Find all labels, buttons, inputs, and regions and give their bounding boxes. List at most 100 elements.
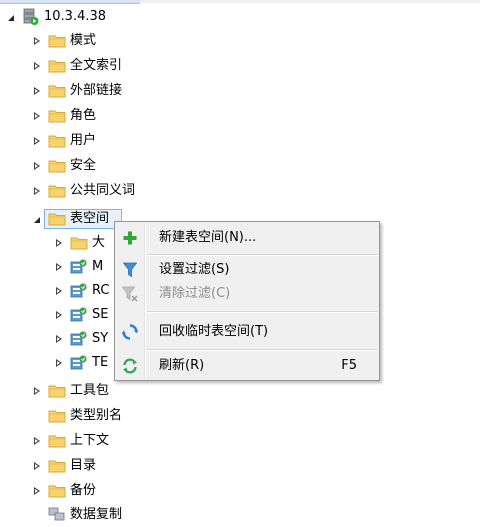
tree-item-external-links[interactable]: 外部链接 bbox=[30, 79, 122, 103]
folder-icon bbox=[48, 432, 66, 450]
menu-item-shortcut: F5 bbox=[341, 358, 357, 373]
tree-item-label: SY bbox=[92, 331, 109, 346]
tree-item-label: 安全 bbox=[70, 158, 97, 173]
menu-item-label: 刷新(R) bbox=[159, 358, 205, 373]
tree-item-type-aliases[interactable]: 类型别名 bbox=[30, 404, 122, 428]
folder-icon bbox=[48, 407, 66, 425]
tab-edge bbox=[0, 0, 140, 4]
tablespace-icon bbox=[70, 330, 88, 348]
expand-arrow-icon[interactable] bbox=[52, 327, 66, 351]
expand-arrow-icon[interactable] bbox=[30, 454, 44, 478]
expand-arrow-icon[interactable] bbox=[30, 179, 44, 203]
refresh-icon bbox=[117, 354, 143, 378]
menu-item-new-tablespace[interactable]: 新建表空间(N)... bbox=[117, 226, 377, 250]
collapse-arrow-icon[interactable] bbox=[30, 207, 44, 231]
tree-item-label: 目录 bbox=[70, 458, 97, 473]
menu-item-recycle-temp-tablespace[interactable]: 回收临时表空间(T) bbox=[117, 320, 377, 344]
menu-item-refresh[interactable]: 刷新(R) F5 bbox=[117, 354, 377, 378]
folder-icon bbox=[48, 82, 66, 100]
menu-separator bbox=[147, 349, 377, 351]
expand-arrow-icon[interactable] bbox=[30, 379, 44, 403]
expand-arrow-icon[interactable] bbox=[30, 129, 44, 153]
folder-icon bbox=[48, 382, 66, 400]
clear-filter-icon bbox=[117, 282, 143, 306]
tree-item-label: RC bbox=[92, 283, 110, 298]
menu-item-label: 设置过滤(S) bbox=[159, 262, 230, 277]
tree-item-users[interactable]: 用户 bbox=[30, 129, 96, 153]
menu-item-clear-filter[interactable]: 清除过滤(C) bbox=[117, 282, 377, 306]
tablespace-child-item[interactable]: SE bbox=[52, 303, 108, 327]
tree-item-packages[interactable]: 工具包 bbox=[30, 379, 109, 403]
expand-arrow-icon[interactable] bbox=[30, 79, 44, 103]
tree-item-schema[interactable]: 模式 bbox=[30, 29, 96, 53]
expander-spacer bbox=[30, 404, 44, 428]
tree-item-label: M bbox=[92, 259, 104, 274]
window-top-edge bbox=[0, 0, 480, 4]
plus-icon bbox=[117, 226, 143, 250]
tree-item-directory[interactable]: 目录 bbox=[30, 454, 96, 478]
tablespace-child-item[interactable]: RC bbox=[52, 279, 109, 303]
collapse-arrow-icon[interactable] bbox=[4, 5, 18, 29]
tree-item-label: 大 bbox=[92, 235, 106, 250]
folder-icon bbox=[48, 107, 66, 125]
expand-arrow-icon[interactable] bbox=[30, 104, 44, 128]
tablespace-child-item[interactable]: 大 bbox=[52, 231, 105, 255]
filter-icon bbox=[117, 258, 143, 282]
tree-item-label: 角色 bbox=[70, 108, 97, 123]
menu-item-label: 清除过滤(C) bbox=[159, 286, 231, 301]
tablespace-child-item[interactable]: SY bbox=[52, 327, 108, 351]
expand-arrow-icon[interactable] bbox=[52, 279, 66, 303]
tree-item-label: 上下文 bbox=[70, 433, 110, 448]
folder-icon bbox=[70, 234, 88, 252]
folder-icon bbox=[48, 132, 66, 150]
tree-item-label: 工具包 bbox=[70, 383, 110, 398]
expander-spacer bbox=[30, 503, 44, 527]
tablespace-child-item[interactable]: M bbox=[52, 255, 103, 279]
folder-icon bbox=[48, 210, 66, 228]
server-icon bbox=[22, 8, 40, 26]
tablespace-icon bbox=[70, 258, 88, 276]
tree-item-data-replication[interactable]: 数据复制 bbox=[30, 503, 122, 527]
tree-item-label: SE bbox=[92, 307, 109, 322]
menu-separator bbox=[147, 311, 377, 313]
recycle-icon bbox=[117, 320, 143, 344]
tree-item-label: 外部链接 bbox=[70, 83, 123, 98]
tree-item-public-synonyms[interactable]: 公共同义词 bbox=[30, 179, 135, 203]
menu-item-set-filter[interactable]: 设置过滤(S) bbox=[117, 258, 377, 282]
tree-item-label: 公共同义词 bbox=[70, 183, 136, 198]
menu-item-label: 回收临时表空间(T) bbox=[159, 324, 269, 339]
expand-arrow-icon[interactable] bbox=[52, 255, 66, 279]
folder-icon bbox=[48, 482, 66, 500]
expand-arrow-icon[interactable] bbox=[52, 303, 66, 327]
folder-icon bbox=[48, 157, 66, 175]
expand-arrow-icon[interactable] bbox=[52, 231, 66, 255]
tree-item-security[interactable]: 安全 bbox=[30, 154, 96, 178]
tree-root-label: 10.3.4.38 bbox=[44, 9, 107, 24]
tablespace-icon bbox=[70, 354, 88, 372]
tablespace-child-item[interactable]: TE bbox=[52, 351, 108, 375]
folder-icon bbox=[48, 32, 66, 50]
context-menu: 新建表空间(N)... 设置过滤(S) 清除过滤(C) 回收临时表空间(T) 刷… bbox=[114, 221, 380, 381]
tree-item-label: 全文索引 bbox=[70, 58, 123, 73]
expand-arrow-icon[interactable] bbox=[30, 154, 44, 178]
tree-root-server[interactable]: 10.3.4.38 bbox=[4, 5, 106, 29]
tree-item-backup[interactable]: 备份 bbox=[30, 479, 96, 503]
tree-item-label: 用户 bbox=[70, 133, 97, 148]
expand-arrow-icon[interactable] bbox=[30, 54, 44, 78]
menu-item-label: 新建表空间(N)... bbox=[159, 230, 257, 245]
tree-item-label: 表空间 bbox=[70, 211, 110, 226]
tree-item-fulltext-index[interactable]: 全文索引 bbox=[30, 54, 122, 78]
expand-arrow-icon[interactable] bbox=[30, 429, 44, 453]
menu-separator bbox=[147, 254, 377, 256]
tablespace-icon bbox=[70, 306, 88, 324]
expand-arrow-icon[interactable] bbox=[52, 351, 66, 375]
tree-item-tablespaces[interactable]: 表空间 bbox=[30, 207, 109, 231]
tree-item-label: 数据复制 bbox=[70, 507, 123, 522]
expand-arrow-icon[interactable] bbox=[30, 29, 44, 53]
replication-icon bbox=[48, 506, 66, 524]
expand-arrow-icon[interactable] bbox=[30, 479, 44, 503]
tablespace-icon bbox=[70, 282, 88, 300]
tree-item-context[interactable]: 上下文 bbox=[30, 429, 109, 453]
tree-item-roles[interactable]: 角色 bbox=[30, 104, 96, 128]
tree-item-label: 备份 bbox=[70, 483, 97, 498]
